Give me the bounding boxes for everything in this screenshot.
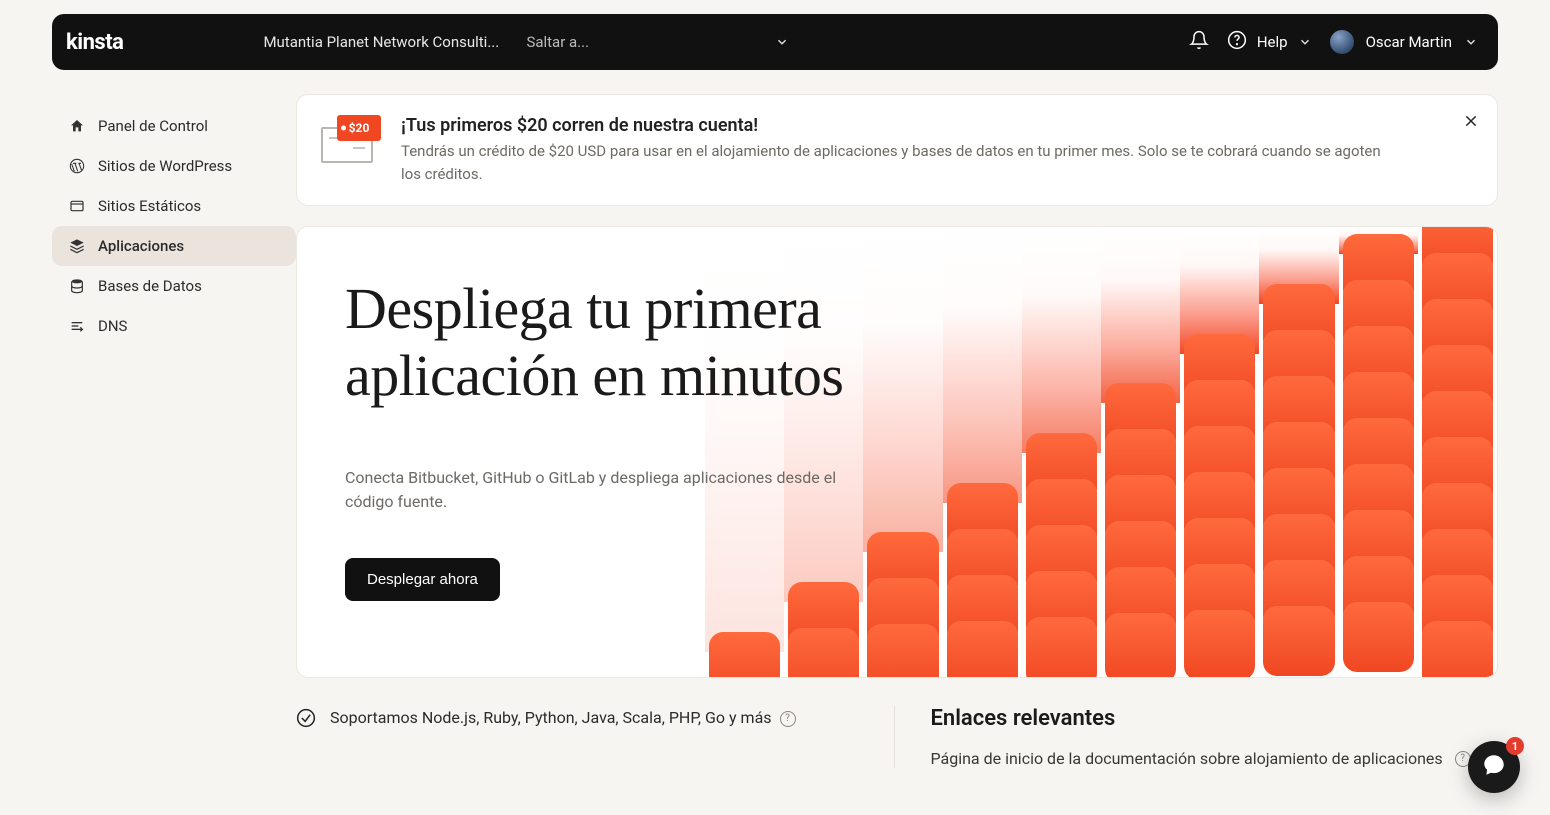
chat-badge: 1 [1506, 737, 1524, 755]
banner-title: ¡Tus primeros $20 corren de nuestra cuen… [401, 115, 1381, 136]
links-heading: Enlaces relevantes [931, 706, 1499, 731]
feature-row: Soportamos Node.js, Ruby, Python, Java, … [296, 706, 864, 735]
sidebar-item-label: Bases de Datos [98, 277, 202, 295]
feature-text: Soportamos Node.js, Ruby, Python, Java, … [330, 708, 772, 727]
user-name-label: Oscar Martin [1366, 33, 1452, 51]
sidebar-item-label: Sitios de WordPress [98, 157, 232, 175]
org-selector[interactable]: Mutantia Planet Network Consulti... [263, 33, 498, 51]
chat-icon [1481, 752, 1507, 782]
deploy-now-button[interactable]: Desplegar ahora [345, 558, 500, 601]
help-menu[interactable]: Help [1227, 30, 1312, 54]
database-icon [68, 277, 86, 295]
close-icon [1463, 114, 1479, 133]
hero-subtitle: Conecta Bitbucket, GitHub o GitLab y des… [345, 466, 845, 514]
sidebar-item-applications[interactable]: Aplicaciones [52, 226, 296, 266]
doc-link[interactable]: Página de inicio de la documentación sob… [931, 749, 1499, 768]
sidebar-item-databases[interactable]: Bases de Datos [52, 266, 296, 306]
sidebar: Panel de Control Sitios de WordPress Sit… [52, 94, 296, 768]
dns-icon [68, 317, 86, 335]
chevron-down-icon [775, 35, 789, 49]
hero-title: Despliega tu primera aplicación en minut… [345, 275, 857, 410]
sidebar-item-static[interactable]: Sitios Estáticos [52, 186, 296, 226]
sidebar-item-label: Sitios Estáticos [98, 197, 201, 215]
credit-tag-icon: $20 [321, 115, 377, 163]
sidebar-item-dns[interactable]: DNS [52, 306, 296, 346]
bell-icon [1189, 30, 1209, 54]
home-icon [68, 117, 86, 135]
sidebar-item-label: Panel de Control [98, 117, 208, 135]
sidebar-item-label: DNS [98, 317, 127, 335]
help-icon [1227, 30, 1247, 54]
link-text: Página de inicio de la documentación sob… [931, 749, 1443, 768]
window-icon [68, 197, 86, 215]
brand-logo[interactable]: kinsta [66, 30, 123, 55]
banner-body: Tendrás un crédito de $20 USD para usar … [401, 140, 1381, 185]
top-bar: kinsta Mutantia Planet Network Consulti.… [52, 14, 1498, 70]
sidebar-item-dashboard[interactable]: Panel de Control [52, 106, 296, 146]
wordpress-icon [68, 157, 86, 175]
jump-to-label: Saltar a... [526, 33, 589, 51]
avatar [1330, 30, 1354, 54]
credit-banner: $20 ¡Tus primeros $20 corren de nuestra … [296, 94, 1498, 206]
chat-launcher[interactable]: 1 [1468, 741, 1520, 793]
jump-to-selector[interactable]: Saltar a... [526, 33, 789, 51]
chevron-down-icon [1298, 35, 1312, 49]
sidebar-item-label: Aplicaciones [98, 237, 184, 255]
org-name-label: Mutantia Planet Network Consulti... [263, 33, 498, 51]
hero-card: Despliega tu primera aplicación en minut… [296, 226, 1498, 678]
chevron-down-icon [1464, 35, 1478, 49]
help-label: Help [1257, 33, 1288, 51]
notifications-button[interactable] [1179, 30, 1219, 54]
banner-close-button[interactable] [1463, 113, 1479, 133]
info-icon[interactable]: ? [780, 711, 796, 727]
user-menu[interactable]: Oscar Martin [1330, 30, 1478, 54]
check-circle-icon [296, 708, 316, 735]
credit-badge-amount: $20 [349, 121, 370, 135]
sidebar-item-wordpress[interactable]: Sitios de WordPress [52, 146, 296, 186]
stack-icon [68, 237, 86, 255]
